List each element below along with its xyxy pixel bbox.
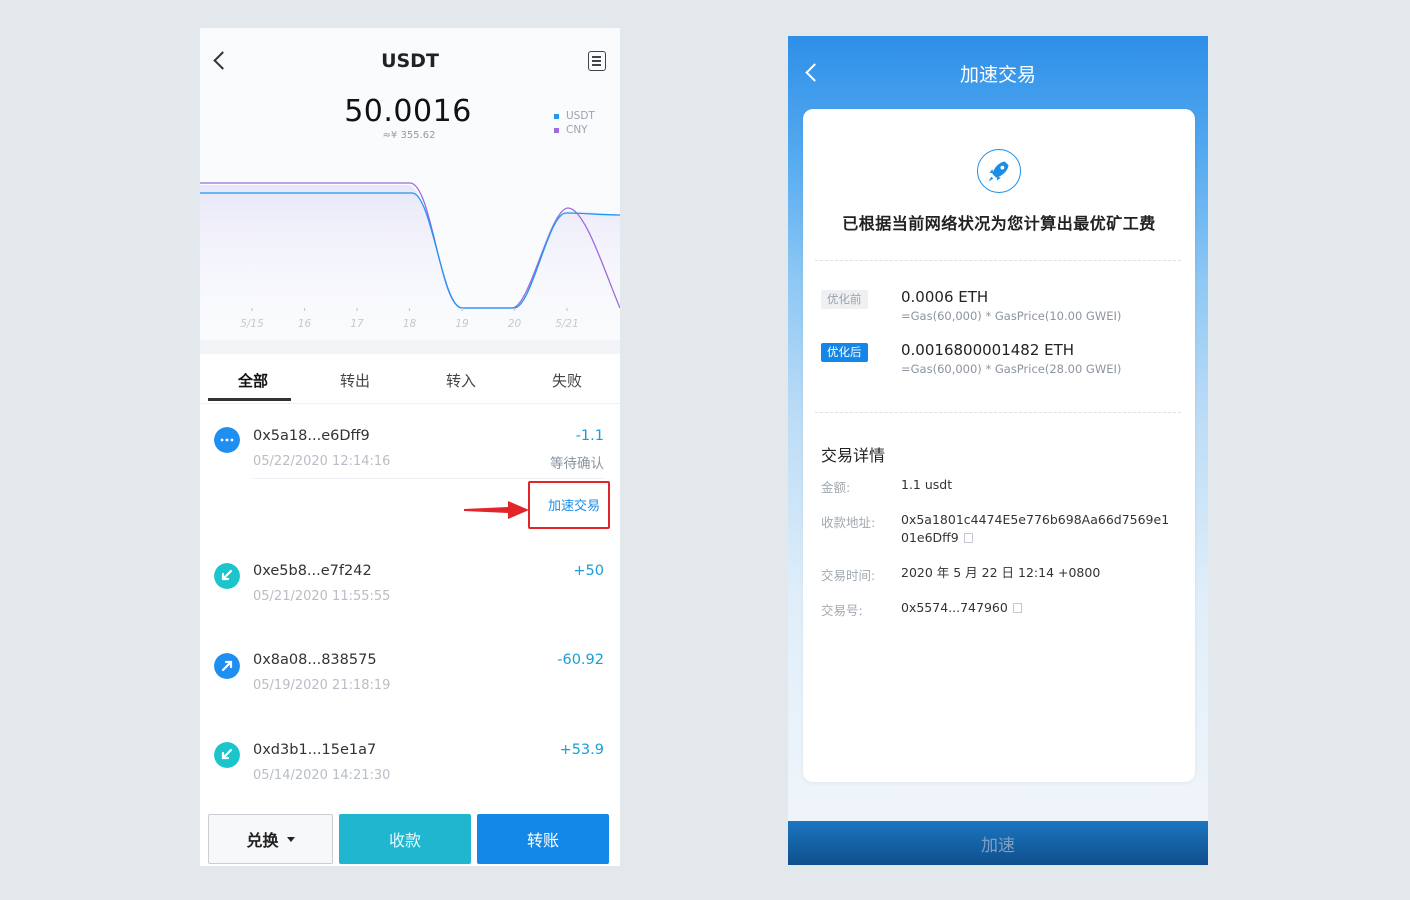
copy-icon[interactable] [963, 533, 973, 543]
tx-hash: 0x5a18...e6Dff9 [253, 428, 370, 444]
before-formula: =Gas(60,000) * GasPrice(10.00 GWEI) [901, 309, 1122, 323]
fee-heading: 已根据当前网络状况为您计算出最优矿工费 [842, 214, 1156, 233]
address-label: 收款地址: [821, 515, 876, 530]
page-title: USDT [381, 50, 439, 72]
highlight-box [528, 481, 610, 529]
time-value: 2020 年 5 月 22 日 12:14 +0800 [901, 565, 1101, 580]
tx-amount: +50 [573, 563, 604, 579]
x-tick-mark [408, 308, 411, 311]
transaction-row[interactable]: 0x8a08...838575 05/19/2020 21:18:19 -60.… [200, 650, 620, 730]
caret-down-icon [286, 836, 295, 842]
x-tick-label: 5/21 [555, 318, 579, 330]
x-tick-label: 16 [298, 318, 312, 330]
x-tick-mark [513, 308, 516, 311]
legend-item-cny: CNY [554, 123, 595, 137]
details-title: 交易详情 [821, 446, 886, 465]
tx-divider [253, 478, 604, 479]
legend-swatch-cny [554, 127, 559, 133]
x-tick-label: 18 [403, 318, 417, 330]
incoming-icon [214, 563, 240, 589]
after-formula: =Gas(60,000) * GasPrice(28.00 GWEI) [901, 362, 1122, 376]
arrow-right-icon [464, 501, 529, 519]
tx-time: 05/14/2020 14:21:30 [253, 768, 391, 783]
address-line-2-text: 01e6Dff9 [901, 530, 959, 545]
tab-bar: 全部 转出 转入 失败 [200, 354, 620, 404]
bottom-action-bar: 兑换 收款 转账 [200, 808, 620, 866]
tx-amount: -1.1 [575, 428, 604, 444]
receive-button[interactable]: 收款 [339, 814, 471, 864]
tx-hash: 0x8a08...838575 [253, 652, 377, 668]
legend-label-cny: CNY [566, 124, 588, 136]
txid-text: 0x5574...747960 [901, 600, 1008, 615]
exchange-label: 兑换 [246, 831, 279, 850]
x-tick-label: 5/15 [240, 318, 264, 330]
before-tag: 优化前 [821, 290, 868, 309]
tx-time: 05/21/2020 11:55:55 [253, 589, 391, 604]
tab-in[interactable]: 转入 [408, 370, 514, 391]
speed-up-button[interactable]: 加速 [788, 821, 1208, 865]
tx-amount: -60.92 [557, 652, 604, 668]
records-icon[interactable] [588, 51, 606, 71]
x-tick-mark [356, 308, 358, 311]
tx-hash: 0xd3b1...15e1a7 [253, 742, 377, 758]
section-divider [200, 340, 620, 354]
x-tick-mark [566, 308, 568, 311]
address-line-2: 01e6Dff9 [901, 529, 1169, 547]
x-tick-mark [251, 308, 253, 311]
x-tick-label: 20 [508, 318, 522, 330]
copy-icon[interactable] [1012, 603, 1022, 613]
amount-value: 1.1 usdt [901, 477, 953, 492]
after-tag: 优化后 [821, 343, 868, 362]
x-tick-mark [461, 308, 463, 311]
legend-swatch-usdt [554, 113, 559, 119]
tx-status: 等待确认 [550, 456, 604, 472]
tx-amount: +53.9 [559, 742, 604, 758]
wallet-screen: USDT 50.0016 ≈¥ 355.62 USDT CNY 5/15 16 17… [200, 28, 620, 866]
tab-active-indicator [208, 398, 291, 401]
before-fee: 0.0006 ETH [901, 288, 989, 306]
dashed-divider [815, 260, 1181, 261]
chart-legend: USDT CNY [554, 109, 595, 137]
tx-time: 05/22/2020 12:14:16 [253, 454, 391, 469]
x-tick-mark [303, 308, 306, 311]
header: USDT [200, 28, 620, 92]
outgoing-icon [214, 653, 240, 679]
tx-hash: 0xe5b8...e7f242 [253, 563, 372, 579]
send-button[interactable]: 转账 [477, 814, 609, 864]
txid-label: 交易号: [821, 603, 863, 618]
address-value: 0x5a1801c4474E5e776b698Aa66d7569e1 01e6D… [901, 511, 1169, 547]
incoming-icon [214, 742, 240, 768]
amount-label: 金额: [821, 480, 851, 495]
speed-up-label: 加速 [981, 835, 1015, 856]
tab-out[interactable]: 转出 [302, 370, 408, 391]
tab-failed[interactable]: 失败 [514, 370, 620, 391]
rocket-icon [977, 149, 1021, 193]
tab-all[interactable]: 全部 [200, 370, 306, 391]
x-tick-label: 17 [350, 318, 364, 330]
dashed-divider [815, 412, 1181, 413]
address-line-1: 0x5a1801c4474E5e776b698Aa66d7569e1 [901, 512, 1170, 527]
speed-up-screen: 加速交易 已根据当前网络状况为您计算出最优矿工费 优化前 0.0006 ETH … [788, 36, 1208, 865]
legend-label-usdt: USDT [566, 110, 595, 122]
transaction-row[interactable]: 0xe5b8...e7f242 05/21/2020 11:55:55 +50 [200, 561, 620, 641]
legend-item-usdt: USDT [554, 109, 595, 123]
x-tick-label: 19 [455, 318, 469, 330]
exchange-button[interactable]: 兑换 [208, 814, 333, 864]
after-fee: 0.0016800001482 ETH [901, 341, 1075, 359]
price-chart: 5/15 16 17 18 19 20 5/21 [200, 182, 620, 333]
fee-card: 已根据当前网络状况为您计算出最优矿工费 优化前 0.0006 ETH =Gas(… [803, 109, 1195, 782]
txid-value: 0x5574...747960 [901, 599, 1022, 617]
time-label: 交易时间: [821, 568, 876, 583]
transaction-row[interactable]: 0xd3b1...15e1a7 05/14/2020 14:21:30 +53.… [200, 740, 620, 810]
page-title: 加速交易 [959, 64, 1036, 86]
pending-icon [214, 427, 240, 453]
tx-time: 05/19/2020 21:18:19 [253, 678, 391, 693]
